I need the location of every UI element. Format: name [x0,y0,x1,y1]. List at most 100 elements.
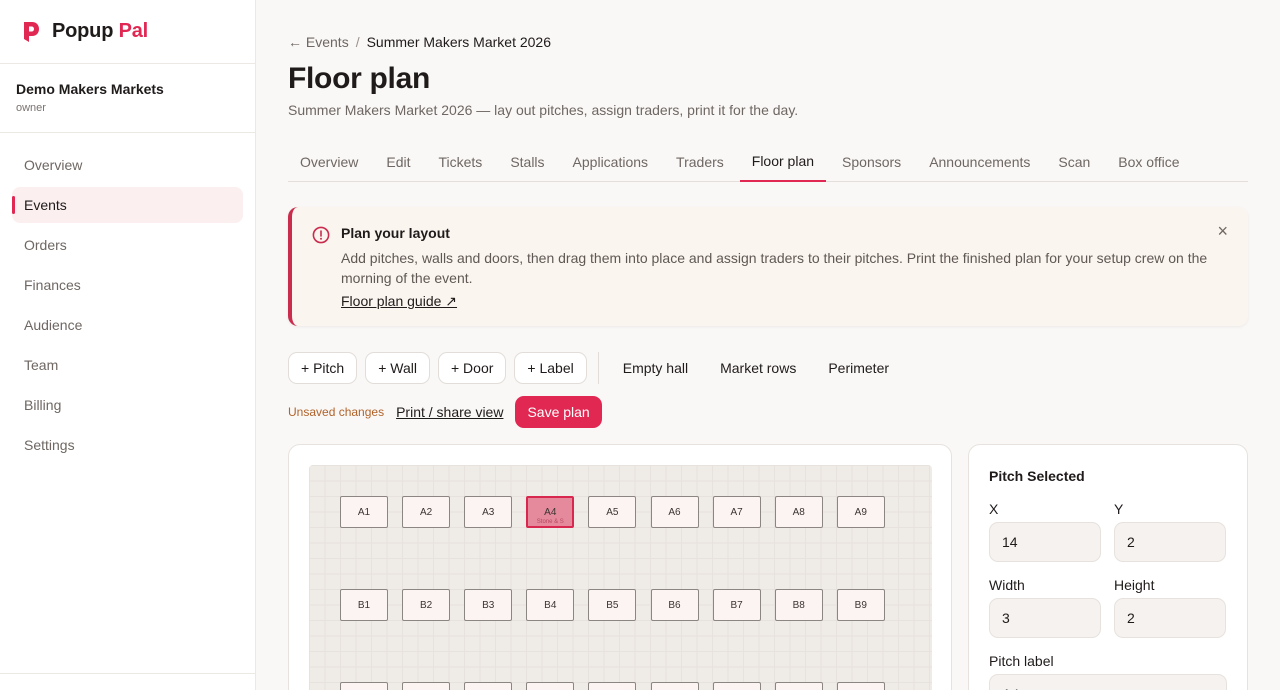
pitch[interactable]: A9 [836,496,885,528]
toolbar-divider [597,352,599,384]
floor-toolbar: + Pitch + Wall + Door + Label Empty hall… [288,352,905,384]
pitch[interactable]: B2 [402,589,451,621]
tab-scan[interactable]: Scan [1046,142,1102,182]
page-subtitle: Summer Makers Market 2026 — lay out pitc… [288,102,799,118]
layout-callout: Plan your layout Add pitches, walls and … [288,207,1248,326]
sidebar-item-events[interactable]: Events [12,187,243,223]
pitch[interactable] [402,682,451,690]
tab-sponsors[interactable]: Sponsors [830,142,913,182]
breadcrumb-events-link[interactable]: ← Events [288,34,349,50]
page-title: Floor plan [288,62,430,95]
tab-applications[interactable]: Applications [561,142,661,182]
pitch-label: A9 [854,506,867,518]
pitch[interactable]: A8 [774,496,823,528]
pitch[interactable]: B1 [340,589,388,621]
pitch[interactable] [774,682,823,690]
add-label-button[interactable]: + Label [514,352,587,384]
pitch-label-label: Pitch label [989,653,1054,669]
info-icon [312,226,330,244]
pitch-label-input[interactable]: A4 [989,674,1227,690]
pitch[interactable] [340,682,388,690]
pitch[interactable]: A6 [650,496,699,528]
pitch-properties-panel: Pitch Selected X Y 14 2 Width Height 3 2… [968,444,1248,690]
floor-plan-guide-link[interactable]: Floor plan guide ↗ [341,293,457,310]
pitch[interactable]: B8 [774,589,823,621]
pitch-label: B4 [544,599,557,611]
pitch-label: A1 [357,506,371,518]
preset-market-rows-button[interactable]: Market rows [704,352,812,384]
callout-body: Add pitches, walls and doors, then drag … [341,250,1208,286]
height-label: Height [1114,577,1155,593]
pitch[interactable]: B9 [836,589,885,621]
pitch-label: A4 [544,506,557,518]
sidebar-item-settings[interactable]: Settings [12,427,243,463]
pitch[interactable]: A3 [464,496,513,528]
pitch-label: B7 [730,599,743,611]
preset-perimeter-button[interactable]: Perimeter [812,352,905,384]
sidebar: Popup Pal Demo Makers Markets owner Over… [0,0,256,690]
pitch[interactable]: B4 [526,589,575,621]
callout-title: Plan your layout [341,225,450,241]
sidebar-item-overview[interactable]: Overview [12,147,243,183]
event-tabs: Overview Edit Tickets Stalls Application… [288,142,1248,182]
floor-plan-canvas[interactable]: A1 A2 A3 A4 Stone & S A5 A6 A7 A8 A9 B1 B2 B3 B4 B5 B6 B… [309,465,932,690]
pitch[interactable]: A2 [402,496,451,528]
tab-traders[interactable]: Traders [664,142,736,182]
pitch[interactable] [588,682,637,690]
pitch-label: B2 [419,599,433,611]
width-input[interactable]: 3 [989,598,1101,638]
close-icon[interactable]: × [1217,221,1228,242]
pitch-label: A3 [482,506,495,518]
sidebar-item-audience[interactable]: Audience [12,307,243,343]
pitch[interactable]: A1 [340,496,388,528]
sidebar-item-billing[interactable]: Billing [12,387,243,423]
y-input[interactable]: 2 [1114,522,1226,562]
pitch[interactable]: A5 [588,496,637,528]
pitch-label: B3 [482,599,495,611]
tab-box-office[interactable]: Box office [1106,142,1191,182]
brand[interactable]: Popup Pal [0,0,255,64]
width-label: Width [989,577,1025,593]
pitch[interactable]: A4 Stone & S [526,496,575,528]
sidebar-item-finances[interactable]: Finances [12,267,243,303]
pitch[interactable]: B5 [588,589,637,621]
sidebar-divider [0,673,255,674]
pitch-label: A5 [606,506,619,518]
tab-announcements[interactable]: Announcements [917,142,1042,182]
tab-tickets[interactable]: Tickets [426,142,494,182]
add-wall-button[interactable]: + Wall [365,352,430,384]
pitch[interactable]: A7 [712,496,761,528]
x-input[interactable]: 14 [989,522,1101,562]
pitch[interactable] [464,682,513,690]
breadcrumb-current: Summer Makers Market 2026 [366,34,551,50]
print-share-link[interactable]: Print / share view [396,404,503,420]
pitch-label: A7 [730,506,743,518]
pitch[interactable]: B3 [464,589,513,621]
pitch-label: B1 [357,599,371,611]
tab-stalls[interactable]: Stalls [498,142,556,182]
tab-edit[interactable]: Edit [374,142,422,182]
pitch[interactable] [526,682,575,690]
preset-empty-hall-button[interactable]: Empty hall [607,352,704,384]
add-pitch-button[interactable]: + Pitch [288,352,358,384]
pitch-label: A8 [792,506,805,518]
pitch[interactable]: B6 [650,589,699,621]
tab-overview[interactable]: Overview [288,142,370,182]
tab-floor-plan[interactable]: Floor plan [739,142,827,182]
org-switcher[interactable]: Demo Makers Markets owner [0,64,255,133]
pitch-label: B5 [606,599,619,611]
org-name: Demo Makers Markets [16,81,164,97]
pitch[interactable] [836,682,885,690]
save-row: Unsaved changes Print / share view Save … [288,396,602,428]
height-input[interactable]: 2 [1114,598,1226,638]
org-role: owner [16,102,46,114]
save-plan-button[interactable]: Save plan [515,396,602,428]
pitch[interactable] [650,682,699,690]
add-door-button[interactable]: + Door [437,352,507,384]
popup-pal-logo-icon [24,21,39,42]
pitch-label: A2 [419,506,433,518]
pitch[interactable] [712,682,761,690]
pitch[interactable]: B7 [712,589,761,621]
sidebar-item-orders[interactable]: Orders [12,227,243,263]
sidebar-item-team[interactable]: Team [12,347,243,383]
